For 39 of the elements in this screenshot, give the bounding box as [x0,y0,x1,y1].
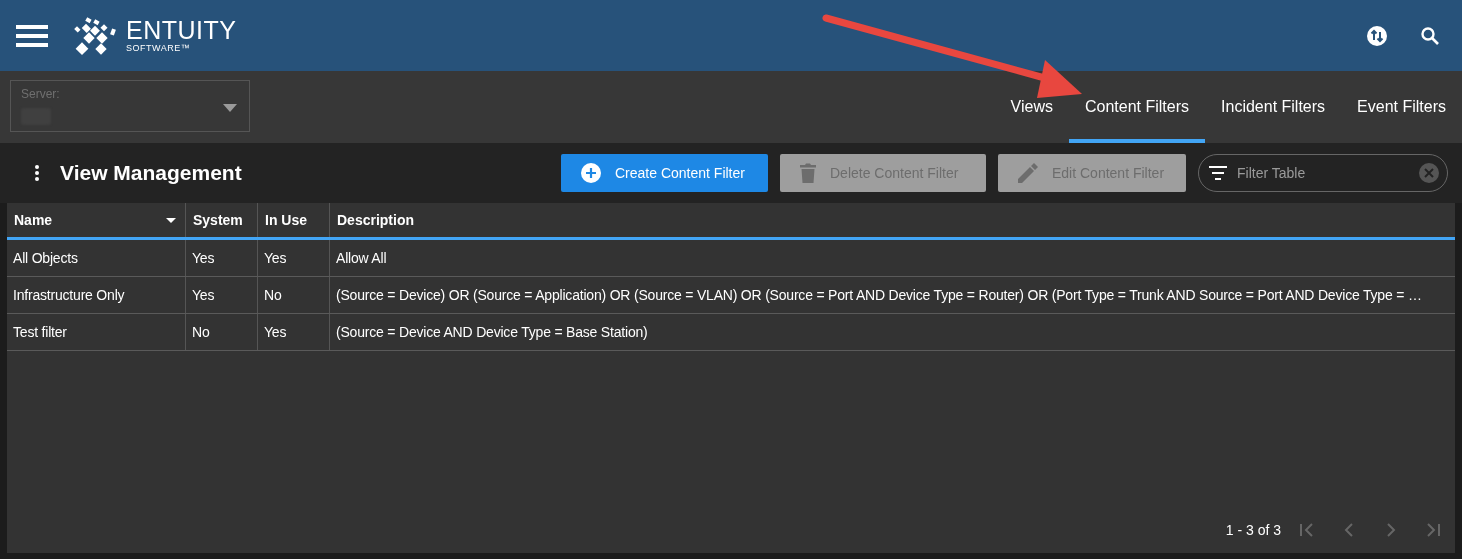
sort-icon[interactable] [1366,24,1388,47]
logo-name: ENTUITY [126,18,237,43]
column-header[interactable]: Name [7,203,186,237]
logo-icon [72,15,118,56]
table-cell: All Objects [7,240,186,276]
filter-icon [1209,166,1227,180]
create-button[interactable]: Create Content Filter [561,154,768,192]
trash-icon [800,163,816,183]
table-cell: Yes [258,240,330,276]
column-header[interactable]: System [186,203,258,237]
table-cell: No [258,277,330,313]
tab[interactable]: Incident Filters [1205,71,1342,143]
page-range: 1 - 3 of 3 [1225,522,1281,538]
table-cell: Yes [258,314,330,350]
table-cell-text: (Source = Device AND Device Type = Base Station) [335,323,649,342]
pencil-icon [1018,163,1038,183]
tab[interactable]: Event Filters [1341,71,1462,143]
table-cell-text: Allow All [335,249,388,268]
page-title: View Management [60,161,242,185]
logo-subtitle: SOFTWARE™ [126,44,192,53]
more-icon[interactable] [34,164,40,182]
search-icon[interactable] [1420,25,1440,46]
first-page-icon[interactable] [1299,522,1315,538]
clear-icon[interactable] [1419,163,1439,183]
table-cell-text: (Source = Device) OR (Source = Application) OR (Source = VLAN) OR (Source = Port AND Device Type = Router) OR (Port Type = Trunk AND Source = Port AND Device Type = … [335,286,1423,305]
table-cell: Test filter [7,314,186,350]
column-header[interactable]: In Use [258,203,330,237]
sort-caret-icon [166,218,176,223]
filter-field[interactable]: Filter Table [1235,164,1411,182]
caret-icon [223,104,237,112]
table-cell: Yes [186,240,258,276]
plus-icon [581,163,601,183]
column-header[interactable]: Description [330,203,1455,237]
last-page-icon[interactable] [1425,522,1441,538]
table-cell: No [186,314,258,350]
table-cell: Infrastructure Only [7,277,186,313]
menu-icon[interactable] [16,24,48,47]
tab[interactable]: Views [994,71,1069,143]
table-cell: Yes [186,277,258,313]
